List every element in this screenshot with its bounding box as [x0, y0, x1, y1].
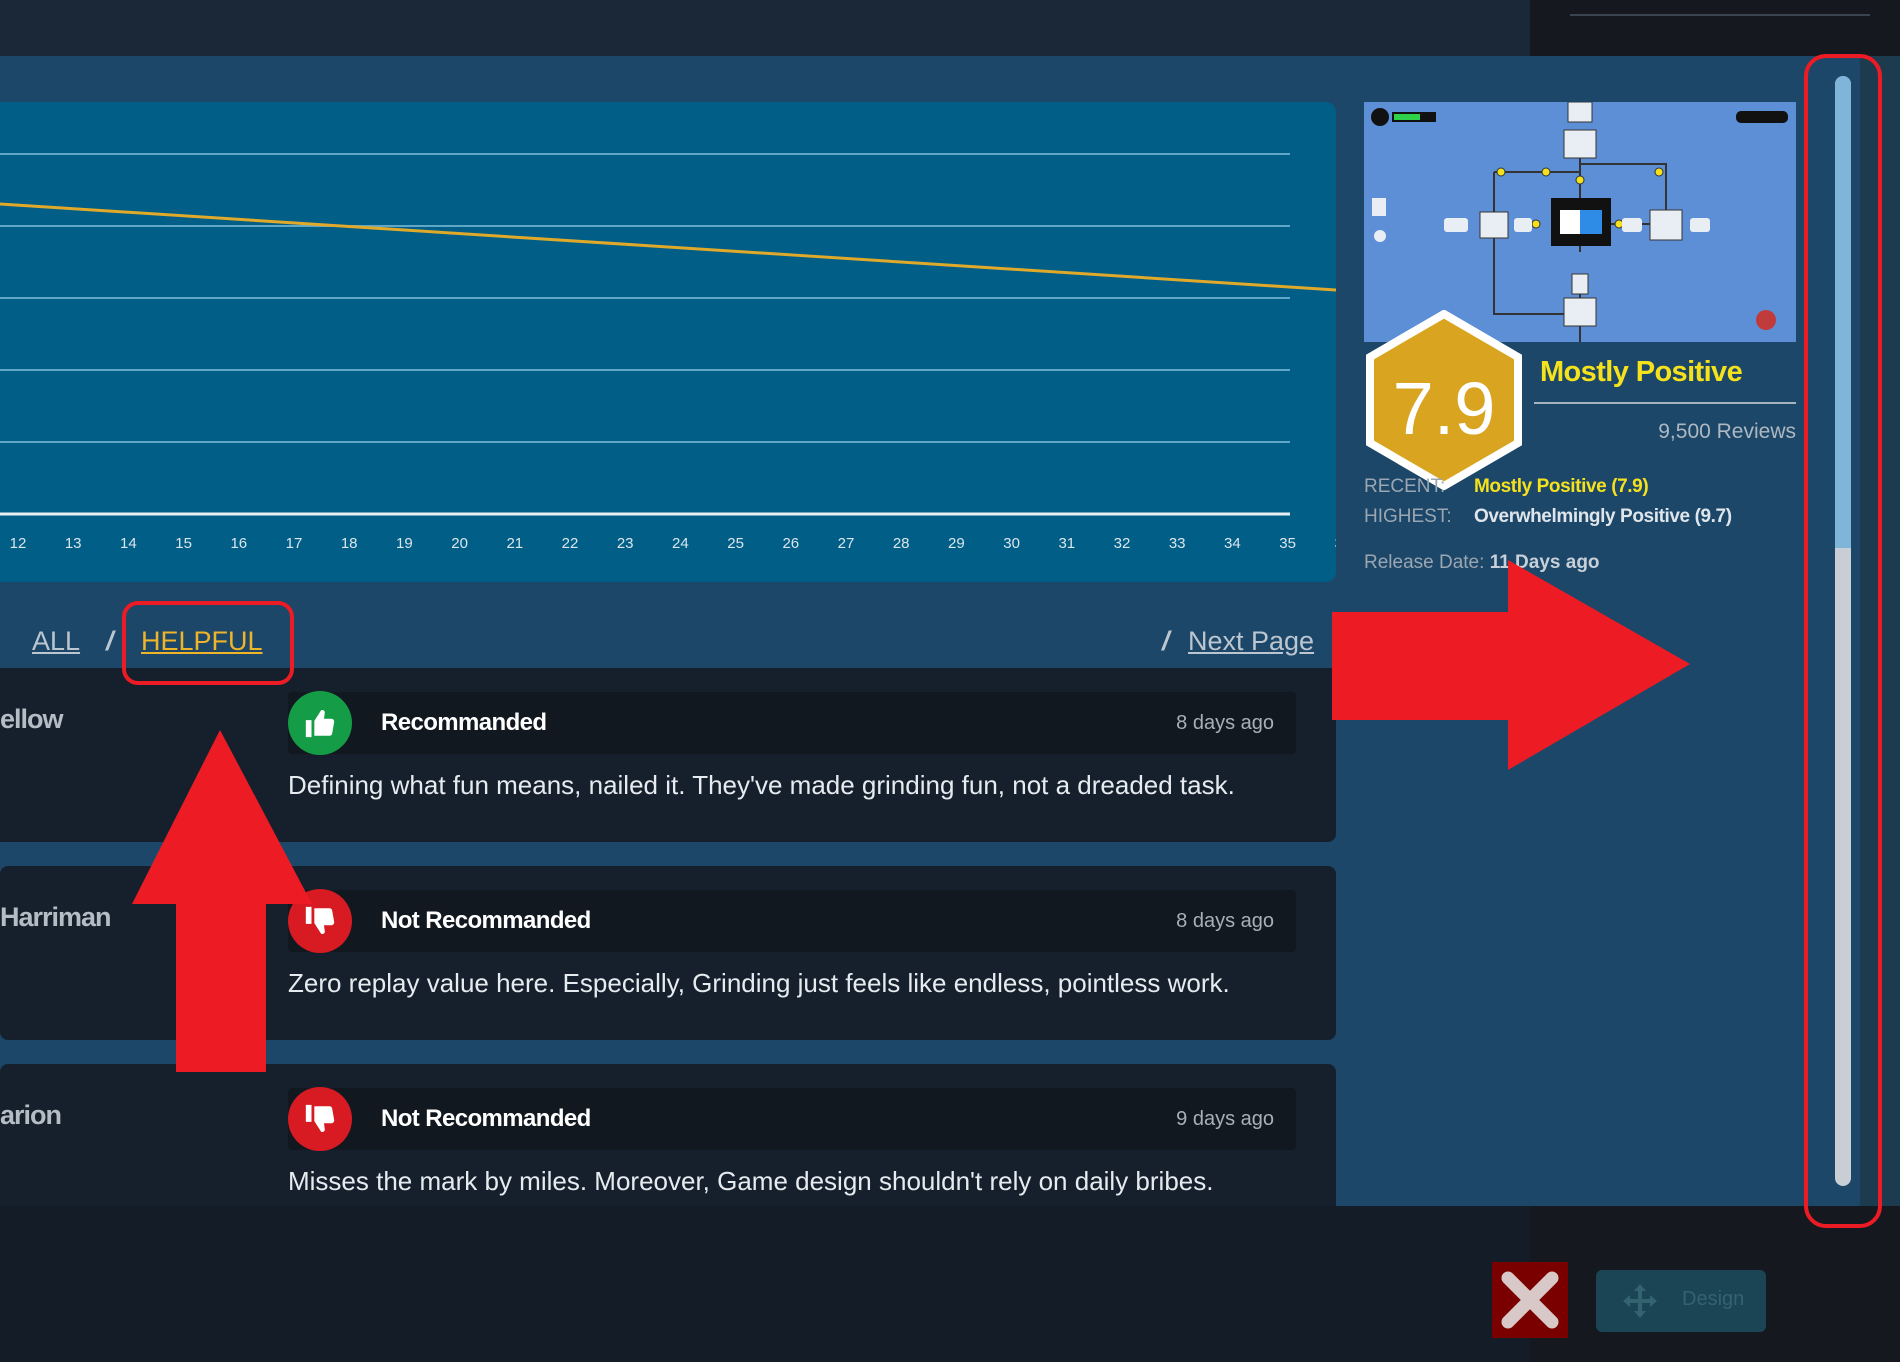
score-value: 7.9: [1392, 367, 1496, 450]
reviewer-name[interactable]: arion: [0, 1100, 62, 1131]
x-tick-label: 13: [65, 535, 82, 552]
x-tick-label: 16: [230, 535, 247, 552]
review-verdict: Not Recommanded: [381, 907, 591, 934]
x-tick-label: 31: [1058, 535, 1075, 552]
x-tick-label: 15: [175, 535, 192, 552]
reviewer-name[interactable]: ellow: [0, 704, 64, 735]
review-verdict: Not Recommanded: [381, 1105, 591, 1132]
close-icon: [1501, 1271, 1559, 1329]
thumbs-down-icon[interactable]: [288, 1087, 352, 1151]
review-time: 8 days ago: [1176, 712, 1274, 734]
x-tick-label: 18: [341, 535, 358, 552]
recent-label: RECENT:: [1364, 476, 1446, 497]
x-tick-label: 19: [396, 535, 413, 552]
next-page-link[interactable]: Next Page: [1188, 626, 1314, 657]
x-tick-label: 34: [1224, 535, 1241, 552]
review-text: Misses the mark by miles. Moreover, Game…: [288, 1166, 1214, 1196]
x-tick-label: 30: [1003, 535, 1020, 552]
background-strip: [1860, 56, 1900, 1206]
chart-grid: [0, 153, 1290, 516]
x-tick-label: 23: [617, 535, 634, 552]
review-count: 9,500 Reviews: [1658, 420, 1796, 443]
design-label: Design: [1682, 1288, 1745, 1310]
review-card: Harriman Not Recommanded 8 days ago Zero…: [0, 866, 1336, 1040]
reviewer-name[interactable]: Harriman: [0, 902, 112, 933]
x-tick-label: 27: [838, 535, 855, 552]
thumbs-down-icon[interactable]: [288, 889, 352, 953]
rating-chart: 12 13 14 15 16 17 18 19 20 21 22 23 24 25 26 27 28 29 30 31…: [0, 102, 1336, 582]
release-date: Release Date: 11 Days ago: [1364, 552, 1600, 574]
x-tick-label: 20: [451, 535, 468, 552]
highest-rating: Overwhelmingly Positive (9.7): [1474, 506, 1732, 527]
filter-separator: /: [106, 626, 114, 656]
design-button[interactable]: Design: [1596, 1270, 1766, 1332]
scrollbar-thumb[interactable]: [1835, 76, 1851, 548]
filter-helpful-link[interactable]: HELPFUL: [141, 626, 263, 657]
x-tick-label: 17: [286, 535, 303, 552]
game-screenshot[interactable]: [1364, 102, 1796, 342]
highest-label: HIGHEST:: [1364, 506, 1452, 527]
review-window: 12 13 14 15 16 17 18 19 20 21 22 23 24 25 26 27 28 29 30 31…: [0, 56, 1860, 1206]
review-text: Zero replay value here. Especially, Grin…: [288, 968, 1230, 998]
x-tick-label: 35: [1279, 535, 1296, 552]
release-date-value: 11 Days ago: [1489, 552, 1600, 573]
x-tick-label: 32: [1114, 535, 1131, 552]
review-filter-bar: ALL / HELPFUL / Next Page: [0, 616, 1336, 668]
review-time: 8 days ago: [1176, 910, 1274, 932]
x-tick-label: 22: [562, 535, 579, 552]
rating-trend-line: [0, 202, 1336, 292]
review-header: Not Recommanded 8 days ago: [288, 889, 1296, 953]
divider: [1570, 14, 1870, 16]
x-tick-label: 12: [10, 535, 27, 552]
recent-rating: Mostly Positive (7.9): [1474, 476, 1649, 497]
bottom-bar: [0, 1206, 1530, 1362]
x-tick-label: 21: [506, 535, 523, 552]
x-tick-label: 36: [1334, 535, 1336, 552]
review-verdict: Recommanded: [381, 709, 547, 736]
move-icon: [1623, 1284, 1657, 1318]
thumbs-up-icon[interactable]: [288, 691, 352, 755]
x-tick-label: 28: [893, 535, 910, 552]
x-tick-label: 25: [727, 535, 744, 552]
top-bar: [0, 0, 1530, 56]
release-date-label: Release Date:: [1364, 552, 1485, 573]
review-header: Not Recommanded 9 days ago: [288, 1087, 1296, 1151]
x-tick-label: 14: [120, 535, 137, 552]
review-text: Defining what fun means, nailed it. They…: [288, 770, 1235, 800]
overall-rating: Mostly Positive: [1540, 356, 1743, 388]
x-tick-label: 29: [948, 535, 965, 552]
review-header: Recommanded 8 days ago: [288, 691, 1296, 755]
x-tick-label: 24: [672, 535, 689, 552]
x-tick-label: 26: [782, 535, 799, 552]
close-button[interactable]: [1492, 1262, 1568, 1338]
review-time: 9 days ago: [1176, 1108, 1274, 1130]
review-card: ellow Recommanded 8 days ago Defining wh…: [0, 668, 1336, 842]
review-card: arion Not Recommanded 9 days ago Misses …: [0, 1064, 1336, 1206]
x-tick-label: 33: [1169, 535, 1186, 552]
pager-separator: /: [1162, 626, 1170, 656]
divider: [1534, 402, 1796, 404]
filter-all-link[interactable]: ALL: [32, 626, 80, 657]
rating-chart-plot: 12 13 14 15 16 17 18 19 20 21 22 23 24 25 26 27 28 29 30 31…: [0, 153, 1336, 552]
